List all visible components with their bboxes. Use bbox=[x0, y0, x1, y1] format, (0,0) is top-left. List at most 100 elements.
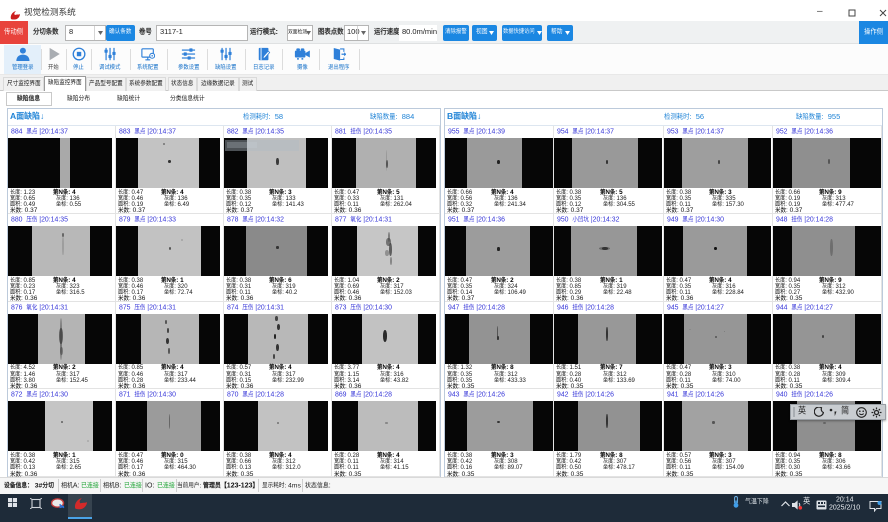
svg-text:3#: 3# bbox=[33, 482, 43, 489]
svg-text:|20:14:36: |20:14:36 bbox=[474, 216, 505, 223]
svg-text:943: 943 bbox=[448, 392, 463, 399]
svg-text:871: 871 bbox=[119, 392, 134, 399]
svg-text:8: 8 bbox=[69, 27, 73, 36]
svg-text:: 40.2: : 40.2 bbox=[283, 290, 299, 296]
svg-text:945: 945 bbox=[667, 304, 682, 311]
svg-text:884: 884 bbox=[11, 129, 26, 136]
svg-text:|20:14:35: |20:14:35 bbox=[253, 129, 284, 136]
svg-text:A: A bbox=[10, 110, 16, 120]
svg-text:|20:14:28: |20:14:28 bbox=[361, 392, 392, 399]
svg-text::: : bbox=[199, 482, 201, 489]
svg-text:↓: ↓ bbox=[40, 110, 44, 120]
svg-text:: 478.17: : 478.17 bbox=[613, 465, 635, 471]
svg-text:|20:14:28: |20:14:28 bbox=[474, 304, 505, 311]
svg-text:|20:14:30: |20:14:30 bbox=[145, 392, 176, 399]
svg-text:946: 946 bbox=[557, 304, 572, 311]
svg-text:|20:14:26: |20:14:26 bbox=[474, 392, 505, 399]
svg-text:: 304.55: : 304.55 bbox=[613, 202, 635, 208]
svg-text:: 152.03: : 152.03 bbox=[391, 290, 413, 296]
svg-text:882: 882 bbox=[227, 129, 242, 136]
svg-text:: 433.33: : 433.33 bbox=[504, 377, 526, 383]
svg-text:872: 872 bbox=[11, 392, 26, 399]
svg-text:877: 877 bbox=[335, 216, 350, 223]
svg-text:: 43.82: : 43.82 bbox=[391, 377, 410, 383]
svg-text:950: 950 bbox=[557, 216, 572, 223]
svg-text:869: 869 bbox=[335, 392, 350, 399]
svg-text:|20:14:26: |20:14:26 bbox=[693, 392, 724, 399]
svg-text:870: 870 bbox=[227, 392, 242, 399]
svg-text:|20:14:28: |20:14:28 bbox=[253, 392, 284, 399]
svg-text:: 43.66: : 43.66 bbox=[832, 465, 851, 471]
svg-text:: 316.5: : 316.5 bbox=[67, 290, 86, 296]
svg-text:: 464.30: : 464.30 bbox=[175, 465, 197, 471]
svg-text:80.0m/min: 80.0m/min bbox=[402, 27, 437, 36]
svg-text:953: 953 bbox=[667, 129, 682, 136]
svg-text:|20:14:31: |20:14:31 bbox=[253, 304, 284, 311]
svg-text:879: 879 bbox=[119, 216, 134, 223]
svg-text:|20:14:31: |20:14:31 bbox=[361, 216, 392, 223]
svg-text::: : bbox=[276, 27, 279, 36]
svg-text:: 56: : 56 bbox=[689, 112, 704, 121]
svg-text:IO:: IO: bbox=[145, 483, 154, 490]
svg-text:: 228.84: : 228.84 bbox=[723, 290, 745, 296]
svg-text:|20:14:37: |20:14:37 bbox=[584, 129, 615, 136]
svg-text:954: 954 bbox=[557, 129, 572, 136]
svg-text:|20:14:33: |20:14:33 bbox=[145, 216, 176, 223]
svg-text:B: B bbox=[447, 110, 453, 120]
svg-text:|20:14:39: |20:14:39 bbox=[474, 129, 505, 136]
svg-text:875: 875 bbox=[119, 304, 134, 311]
svg-text:|20:14:36: |20:14:36 bbox=[802, 129, 833, 136]
svg-text:4ms: 4ms bbox=[288, 482, 301, 489]
svg-text:: 432.90: : 432.90 bbox=[832, 290, 854, 296]
svg-text:: 6.49: : 6.49 bbox=[175, 202, 191, 208]
svg-text:: 884: : 884 bbox=[395, 112, 414, 121]
svg-text:|20:14:35: |20:14:35 bbox=[361, 129, 392, 136]
svg-text:881: 881 bbox=[335, 129, 350, 136]
svg-text:: 89.07: : 89.07 bbox=[504, 465, 523, 471]
svg-text:: 152.45: : 152.45 bbox=[67, 377, 89, 383]
svg-text:: 41.15: : 41.15 bbox=[391, 465, 410, 471]
svg-text:: 312.0: : 312.0 bbox=[283, 465, 302, 471]
svg-text:880: 880 bbox=[11, 216, 26, 223]
svg-text::: : bbox=[284, 482, 286, 489]
svg-text:944: 944 bbox=[776, 304, 791, 311]
svg-text:: 262.04: : 262.04 bbox=[391, 202, 413, 208]
svg-text:|20:14:37: |20:14:37 bbox=[37, 129, 68, 136]
svg-text:|20:14:30: |20:14:30 bbox=[37, 392, 68, 399]
svg-text:874: 874 bbox=[227, 304, 242, 311]
svg-text:: 241.34: : 241.34 bbox=[504, 202, 526, 208]
svg-text:949: 949 bbox=[667, 216, 682, 223]
svg-text:|20:14:30: |20:14:30 bbox=[693, 216, 724, 223]
svg-text:|20:14:26: |20:14:26 bbox=[584, 392, 615, 399]
svg-text:948: 948 bbox=[776, 216, 791, 223]
svg-text:955: 955 bbox=[448, 129, 463, 136]
svg-text:|20:14:27: |20:14:27 bbox=[802, 304, 833, 311]
svg-text:941: 941 bbox=[667, 392, 682, 399]
svg-text:|20:14:32: |20:14:32 bbox=[253, 216, 284, 223]
svg-text:|20:14:30: |20:14:30 bbox=[361, 304, 392, 311]
svg-text:2025/2/10: 2025/2/10 bbox=[829, 504, 860, 511]
svg-text:A:: A: bbox=[73, 483, 80, 490]
svg-text:|20:14:28: |20:14:28 bbox=[584, 304, 615, 311]
svg-text:|20:14:28: |20:14:28 bbox=[802, 216, 833, 223]
svg-text:947: 947 bbox=[448, 304, 463, 311]
svg-text:: 232.99: : 232.99 bbox=[283, 377, 305, 383]
svg-text:873: 873 bbox=[335, 304, 350, 311]
svg-text:–: – bbox=[817, 6, 823, 17]
svg-text:20:14: 20:14 bbox=[836, 496, 854, 503]
svg-text:: 0.55: : 0.55 bbox=[67, 202, 83, 208]
svg-text:↓: ↓ bbox=[477, 110, 481, 120]
svg-text:878: 878 bbox=[227, 216, 242, 223]
svg-text:: 2.65: : 2.65 bbox=[67, 465, 83, 471]
svg-text:: 154.09: : 154.09 bbox=[723, 465, 745, 471]
svg-text:|20:14:37: |20:14:37 bbox=[145, 129, 176, 136]
svg-text:: 74.00: : 74.00 bbox=[723, 377, 742, 383]
svg-text:: 22.48: : 22.48 bbox=[613, 290, 632, 296]
svg-text:: 233.44: : 233.44 bbox=[175, 377, 197, 383]
svg-text:: 133.69: : 133.69 bbox=[613, 377, 635, 383]
svg-text:: 309.4: : 309.4 bbox=[832, 377, 851, 383]
svg-text:952: 952 bbox=[776, 129, 791, 136]
svg-text:|20:14:32: |20:14:32 bbox=[589, 216, 620, 223]
svg-text:: 141.43: : 141.43 bbox=[283, 202, 305, 208]
svg-text:|20:14:31: |20:14:31 bbox=[145, 304, 176, 311]
